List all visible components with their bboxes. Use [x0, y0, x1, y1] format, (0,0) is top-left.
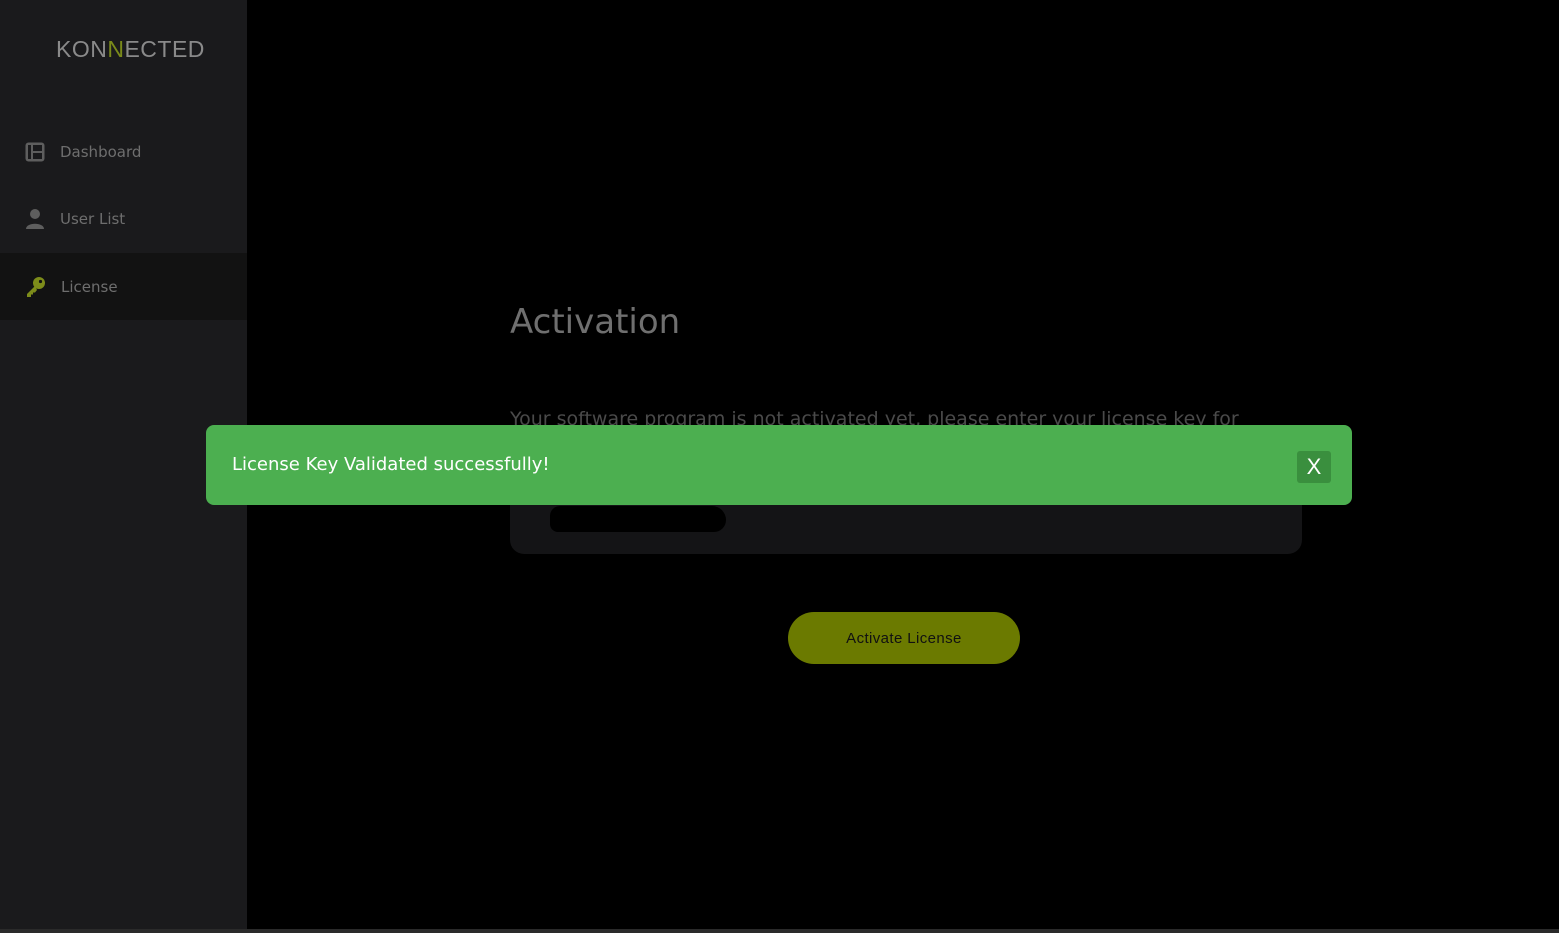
- sidebar-item-label: User List: [60, 209, 126, 228]
- app-window: KONNECTED Dashboard User List License Ac…: [0, 0, 1559, 933]
- sidebar-item-license[interactable]: License: [0, 253, 247, 320]
- key-icon: [24, 276, 46, 298]
- sidebar-item-user-list[interactable]: User List: [0, 185, 247, 252]
- logo-suffix: ECTED: [124, 36, 205, 62]
- sidebar-item-dashboard[interactable]: Dashboard: [0, 118, 247, 185]
- page-title: Activation: [510, 302, 681, 342]
- redacted-license-key: [550, 506, 726, 532]
- window-bottom-border: [0, 929, 1559, 933]
- dashboard-icon: [24, 141, 46, 163]
- logo-prefix: KON: [56, 36, 108, 62]
- user-icon: [24, 208, 46, 230]
- toast-message: License Key Validated successfully!: [232, 454, 550, 475]
- toast-close-button[interactable]: X: [1297, 451, 1331, 483]
- activate-license-button[interactable]: Activate License: [788, 612, 1020, 664]
- logo-accent: N: [107, 36, 125, 62]
- app-logo: KONNECTED: [56, 36, 205, 63]
- sidebar-item-label: Dashboard: [60, 142, 142, 161]
- success-toast: License Key Validated successfully! X: [206, 425, 1352, 505]
- sidebar-item-label: License: [61, 277, 118, 296]
